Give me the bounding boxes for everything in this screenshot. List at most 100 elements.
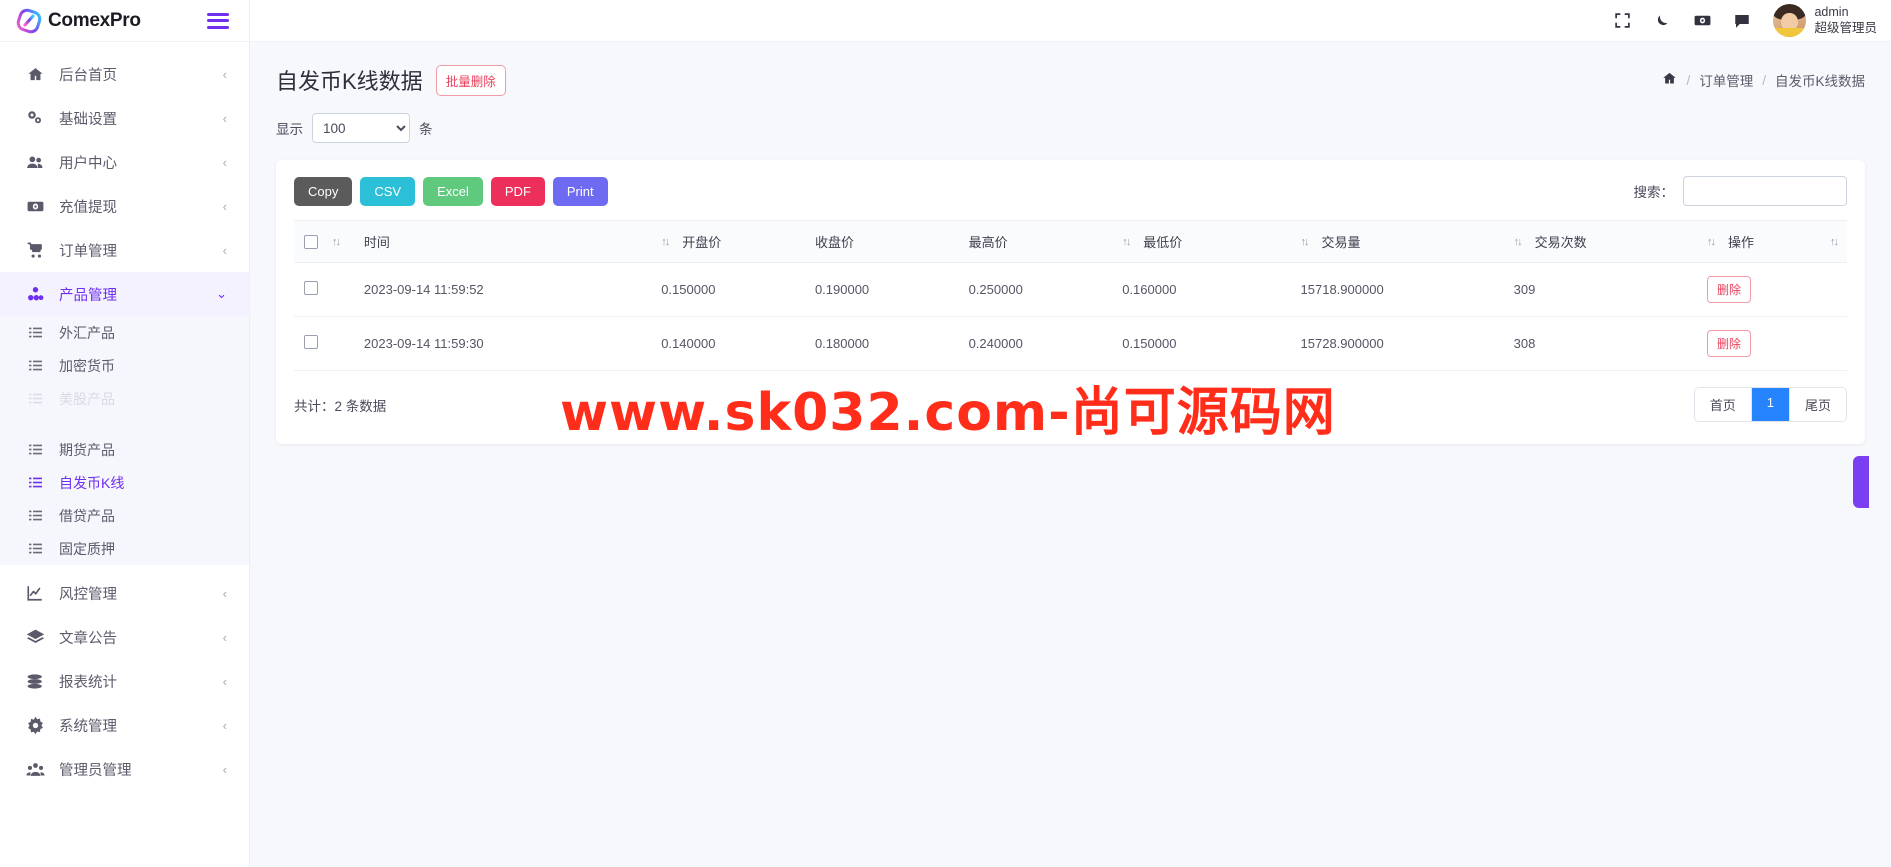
cell-trades: 308 <box>1503 316 1697 371</box>
hamburger-menu-icon[interactable] <box>207 12 229 29</box>
sort-updown-icon[interactable]: ↑↓ <box>1122 236 1131 248</box>
sidebar-item-user-center[interactable]: 用户中心 ‹ <box>0 140 249 184</box>
admin-dashboard-page: ComexPro 后台首页 ‹ 基础设置 ‹ 用户中心 ‹ 充值提现 ‹ 订单管… <box>0 0 1891 867</box>
user-avatar <box>1773 4 1807 37</box>
sort-updown-icon[interactable]: ↑↓ <box>1830 236 1839 248</box>
sidebar-item-deposit-withdraw[interactable]: 充值提现 ‹ <box>0 184 249 228</box>
side-action-tab[interactable] <box>1853 456 1869 508</box>
cell-low: 0.150000 <box>1112 316 1291 371</box>
pdf-button[interactable]: PDF <box>490 176 545 206</box>
chevron-left-icon: ‹ <box>222 66 227 82</box>
column-header-high-price[interactable]: 最高价 <box>958 220 1113 263</box>
sidebar-item-articles-announcements[interactable]: 文章公告 ‹ <box>0 615 249 659</box>
sidebar-subitem-lending-products[interactable]: 借贷产品 <box>0 499 249 532</box>
column-header-trade-count[interactable]: ↑↓ 交易次数 <box>1503 220 1697 263</box>
column-header-close-price[interactable]: 收盘价 <box>804 220 959 263</box>
breadcrumb-home-icon[interactable] <box>1662 71 1677 89</box>
sidebar-item-label: 用户中心 <box>59 155 117 172</box>
cell-close: 0.190000 <box>804 262 959 317</box>
sidebar-item-admin-management[interactable]: 管理员管理 ‹ <box>0 747 249 791</box>
sidebar-subitem-self-coin-kline[interactable]: 自发币K线 <box>0 466 249 499</box>
delete-row-button[interactable]: 删除 <box>1706 330 1751 357</box>
sidebar-item-order-management[interactable]: 订单管理 ‹ <box>0 228 249 272</box>
row-checkbox[interactable] <box>304 281 318 295</box>
sidebar-subitem-futures-products[interactable]: 期货产品 <box>0 433 249 466</box>
sidebar-submenu-product-management: 外汇产品 加密货币 美股产品 期货产品 自发币K线 借贷产品 固定质押 <box>0 316 249 565</box>
sidebar-subitem-forex-products[interactable]: 外汇产品 <box>0 316 249 349</box>
pagination-first-button[interactable]: 首页 <box>1694 388 1752 421</box>
delete-row-button[interactable]: 删除 <box>1706 276 1751 303</box>
pagination-last-button[interactable]: 尾页 <box>1789 388 1846 421</box>
list-icon <box>24 326 46 339</box>
sidebar-item-system-management[interactable]: 系统管理 ‹ <box>0 703 249 747</box>
breadcrumb-separator: / <box>1762 72 1766 88</box>
select-all-checkbox[interactable] <box>304 234 318 249</box>
list-icon <box>24 542 46 555</box>
row-checkbox[interactable] <box>304 335 318 349</box>
list-icon <box>24 392 46 405</box>
chevron-left-icon: ‹ <box>222 673 227 689</box>
cash-money-icon[interactable] <box>1685 4 1719 38</box>
row-select-cell[interactable] <box>294 316 354 371</box>
column-header-action[interactable]: ↑↓ 操作 ↑↓ <box>1696 220 1847 263</box>
home-icon <box>24 64 46 84</box>
bulk-delete-button[interactable]: 批量删除 <box>435 64 506 96</box>
breadcrumb-item-order-management[interactable]: 订单管理 <box>1699 70 1753 90</box>
column-header-volume[interactable]: ↑↓ 交易量 <box>1290 220 1504 263</box>
cell-open: 0.140000 <box>651 316 805 371</box>
sort-updown-icon[interactable]: ↑↓ <box>661 236 670 248</box>
list-icon <box>24 509 46 522</box>
column-header-select-all[interactable]: ↑↓ <box>294 220 354 263</box>
list-icon <box>24 443 46 456</box>
sidebar-item-risk-management[interactable]: 风控管理 ‹ <box>0 571 249 615</box>
sidebar-item-product-management[interactable]: 产品管理 ⌄ <box>0 272 249 316</box>
cell-close: 0.180000 <box>804 316 959 371</box>
dark-mode-moon-icon[interactable] <box>1645 4 1679 38</box>
column-header-time[interactable]: 时间 <box>353 220 652 263</box>
coins-stack-icon <box>24 671 46 691</box>
gears-settings-icon <box>24 108 46 128</box>
comexpro-logo-icon <box>16 8 42 34</box>
excel-button[interactable]: Excel <box>423 176 483 206</box>
chevron-left-icon: ‹ <box>222 629 227 645</box>
page-title-group: 自发币K线数据 批量删除 <box>276 64 506 96</box>
sidebar-item-basic-settings[interactable]: 基础设置 ‹ <box>0 96 249 140</box>
sort-updown-icon[interactable]: ↑↓ <box>1301 236 1310 248</box>
sidebar-subitem-crypto-currency[interactable]: 加密货币 <box>0 349 249 382</box>
column-label: 开盘价 <box>682 235 722 250</box>
sidebar-item-dashboard[interactable]: 后台首页 ‹ <box>0 52 249 96</box>
user-profile-menu[interactable]: admin 超级管理员 <box>1773 4 1877 37</box>
column-header-open-price[interactable]: ↑↓ 开盘价 <box>651 220 805 263</box>
sidebar-item-report-statistics[interactable]: 报表统计 ‹ <box>0 659 249 703</box>
sort-updown-icon[interactable]: ↑↓ <box>1707 236 1716 248</box>
print-button[interactable]: Print <box>552 176 608 206</box>
fullscreen-icon[interactable] <box>1605 4 1639 38</box>
chevron-left-icon: ‹ <box>222 242 227 258</box>
sidebar-subitem-fixed-staking[interactable]: 固定质押 <box>0 532 249 565</box>
table-head: ↑↓ 时间 ↑↓ 开盘价 收盘价 最高价 ↑↓ 最低价 ↑↓ 交易量 ↑↓ 交易… <box>294 220 1847 263</box>
sidebar-item-label: 订单管理 <box>59 243 117 260</box>
table-header-row: ↑↓ 时间 ↑↓ 开盘价 收盘价 最高价 ↑↓ 最低价 ↑↓ 交易量 ↑↓ 交易… <box>294 220 1847 263</box>
page-length-select[interactable]: 10 25 50 100 <box>312 113 410 143</box>
cell-action: 删除 <box>1696 316 1847 371</box>
chat-message-icon[interactable] <box>1725 4 1759 38</box>
cell-action: 删除 <box>1696 262 1847 317</box>
sort-updown-icon[interactable]: ↑↓ <box>332 236 341 248</box>
row-select-cell[interactable] <box>294 262 354 317</box>
export-button-group: Copy CSV Excel PDF Print <box>294 176 608 206</box>
column-header-low-price[interactable]: ↑↓ 最低价 <box>1112 220 1291 263</box>
sidebar-subitem-label: 固定质押 <box>59 540 115 557</box>
copy-button[interactable]: Copy <box>294 176 353 206</box>
list-icon <box>24 359 46 372</box>
pagination-page-1-button[interactable]: 1 <box>1751 388 1790 421</box>
gear-icon <box>24 715 46 735</box>
sort-updown-icon[interactable]: ↑↓ <box>1514 236 1523 248</box>
main-content: 自发币K线数据 批量删除 / 订单管理 / 自发币K线数据 显示 10 25 5… <box>250 42 1891 867</box>
search-input[interactable] <box>1683 176 1847 206</box>
sidebar-item-label: 文章公告 <box>59 630 117 647</box>
sidebar-item-label: 报表统计 <box>59 674 117 691</box>
sidebar-subitem-us-stock-products[interactable]: 美股产品 <box>0 382 249 415</box>
cell-high: 0.240000 <box>958 316 1113 371</box>
csv-button[interactable]: CSV <box>360 176 416 206</box>
page-title: 自发币K线数据 <box>276 69 423 94</box>
